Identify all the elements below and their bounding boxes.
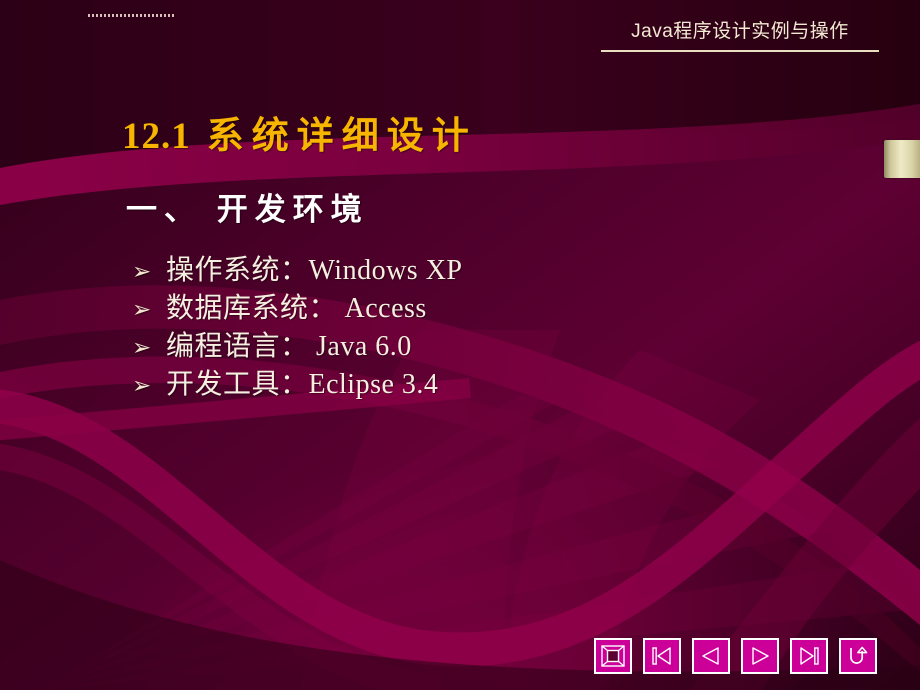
u-turn-arrow-icon xyxy=(850,646,868,664)
bullet-list: ➢ 操作系统：Windows XP ➢ 数据库系统： Access ➢ 编程语言… xyxy=(132,248,832,400)
first-button[interactable] xyxy=(643,638,681,674)
page-title-text: 系统详细设计 xyxy=(206,116,477,157)
skip-back-icon xyxy=(652,647,671,665)
play-back-icon xyxy=(702,647,719,665)
dotted-rule-decoration xyxy=(88,14,174,17)
arrow-bullet-icon: ➢ xyxy=(132,259,152,285)
header-title: Java程序设计实例与操作 xyxy=(631,21,849,42)
slide-content: 12.1 系统详细设计 一、 开发环境 ➢ 操作系统：Windows XP ➢ 数… xyxy=(0,0,920,690)
next-button[interactable] xyxy=(741,638,779,674)
list-item: ➢ 开发工具：Eclipse 3.4 xyxy=(132,362,832,400)
list-item: ➢ 操作系统：Windows XP xyxy=(132,248,832,286)
previous-button[interactable] xyxy=(692,638,730,674)
list-item-label: 编程语言： Java 6.0 xyxy=(166,331,412,362)
list-item-label: 数据库系统： Access xyxy=(166,293,427,324)
list-item-label: 操作系统：Windows XP xyxy=(166,255,463,286)
arrow-bullet-icon: ➢ xyxy=(132,297,152,323)
list-item-label: 开发工具：Eclipse 3.4 xyxy=(166,369,439,400)
list-item: ➢ 数据库系统： Access xyxy=(132,286,832,324)
header-underline xyxy=(601,49,879,52)
list-item: ➢ 编程语言： Java 6.0 xyxy=(132,324,832,362)
page-curl-tab-decoration xyxy=(884,140,920,178)
page-title: 12.1 系统详细设计 xyxy=(122,105,477,159)
arrow-bullet-icon: ➢ xyxy=(132,373,152,399)
section-subtitle: 一、 开发环境 xyxy=(126,192,369,227)
stop-frame-icon xyxy=(601,645,625,667)
slide-header: Java程序设计实例与操作 xyxy=(590,21,890,52)
skip-forward-icon xyxy=(800,647,819,665)
arrow-bullet-icon: ➢ xyxy=(132,335,152,361)
return-button[interactable] xyxy=(839,638,877,674)
stop-button[interactable] xyxy=(594,638,632,674)
slide-navigation-bar xyxy=(594,638,877,674)
last-button[interactable] xyxy=(790,638,828,674)
play-forward-icon xyxy=(752,647,769,665)
page-title-number: 12.1 xyxy=(122,116,191,157)
presentation-slide: Java程序设计实例与操作 12.1 系统详细设计 一、 开发环境 ➢ 操作系统：… xyxy=(0,0,920,690)
